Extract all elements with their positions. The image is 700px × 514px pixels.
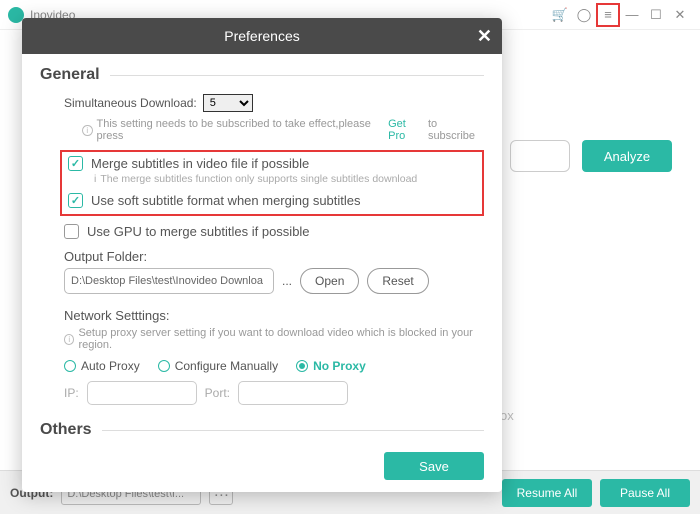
section-others: Others bbox=[40, 421, 484, 439]
soft-subtitle-checkbox[interactable]: ✓ bbox=[68, 193, 83, 208]
info-icon: i bbox=[82, 125, 93, 136]
network-settings-note: i Setup proxy server setting if you want… bbox=[64, 327, 484, 351]
section-general: General bbox=[40, 66, 484, 84]
dialog-close-icon[interactable]: ✕ bbox=[477, 26, 492, 47]
sim-download-select[interactable]: 5 bbox=[203, 94, 253, 112]
merge-subtitles-checkbox[interactable]: ✓ bbox=[68, 156, 83, 171]
resume-all-button[interactable]: Resume All bbox=[502, 479, 592, 507]
gpu-subtitle-label: Use GPU to merge subtitles if possible bbox=[87, 224, 310, 239]
output-folder-input[interactable] bbox=[64, 268, 274, 294]
ip-label: IP: bbox=[64, 386, 79, 400]
analyze-button[interactable]: Analyze bbox=[582, 140, 672, 172]
highlighted-subtitle-options: ✓ Merge subtitles in video file if possi… bbox=[60, 150, 484, 216]
maximize-icon[interactable]: ☐ bbox=[644, 5, 668, 25]
dialog-header: Preferences ✕ bbox=[22, 18, 502, 54]
pause-all-button[interactable]: Pause All bbox=[600, 479, 690, 507]
background-text: ox bbox=[500, 408, 514, 423]
no-proxy-radio[interactable]: No Proxy bbox=[296, 359, 366, 373]
minimize-icon[interactable]: — bbox=[620, 5, 644, 25]
dialog-title: Preferences bbox=[224, 28, 299, 44]
sim-download-label: Simultaneous Download: bbox=[64, 96, 197, 110]
soft-subtitle-label: Use soft subtitle format when merging su… bbox=[91, 193, 361, 208]
ip-input[interactable] bbox=[87, 381, 197, 405]
gpu-subtitle-checkbox[interactable]: ✓ bbox=[64, 224, 79, 239]
network-settings-label: Network Setttings: bbox=[64, 308, 484, 323]
preferences-dialog: Preferences ✕ General Simultaneous Downl… bbox=[22, 18, 502, 492]
reset-button[interactable]: Reset bbox=[367, 268, 428, 294]
cart-icon[interactable]: 🛒 bbox=[548, 5, 572, 25]
info-icon: i bbox=[94, 173, 96, 185]
port-input[interactable] bbox=[238, 381, 348, 405]
sim-download-note: i This setting needs to be subscribed to… bbox=[82, 118, 484, 142]
dialog-body: General Simultaneous Download: 5 i This … bbox=[22, 54, 502, 442]
user-icon[interactable]: ◯ bbox=[572, 5, 596, 25]
auto-proxy-radio[interactable]: Auto Proxy bbox=[64, 359, 140, 373]
configure-manually-radio[interactable]: Configure Manually bbox=[158, 359, 278, 373]
close-icon[interactable]: ✕ bbox=[668, 5, 692, 25]
dialog-footer: Save bbox=[22, 442, 502, 492]
open-button[interactable]: Open bbox=[300, 268, 359, 294]
url-input[interactable] bbox=[510, 140, 570, 172]
menu-icon[interactable]: ≡ bbox=[596, 3, 620, 27]
merge-subtitles-note: i The merge subtitles function only supp… bbox=[94, 173, 476, 185]
window-controls: 🛒 ◯ ≡ — ☐ ✕ bbox=[548, 3, 692, 27]
merge-subtitles-label: Merge subtitles in video file if possibl… bbox=[91, 156, 309, 171]
get-pro-link[interactable]: Get Pro bbox=[388, 118, 424, 142]
info-icon: i bbox=[64, 334, 74, 345]
output-folder-label: Output Folder: bbox=[64, 249, 484, 264]
save-button[interactable]: Save bbox=[384, 452, 484, 480]
port-label: Port: bbox=[205, 386, 230, 400]
